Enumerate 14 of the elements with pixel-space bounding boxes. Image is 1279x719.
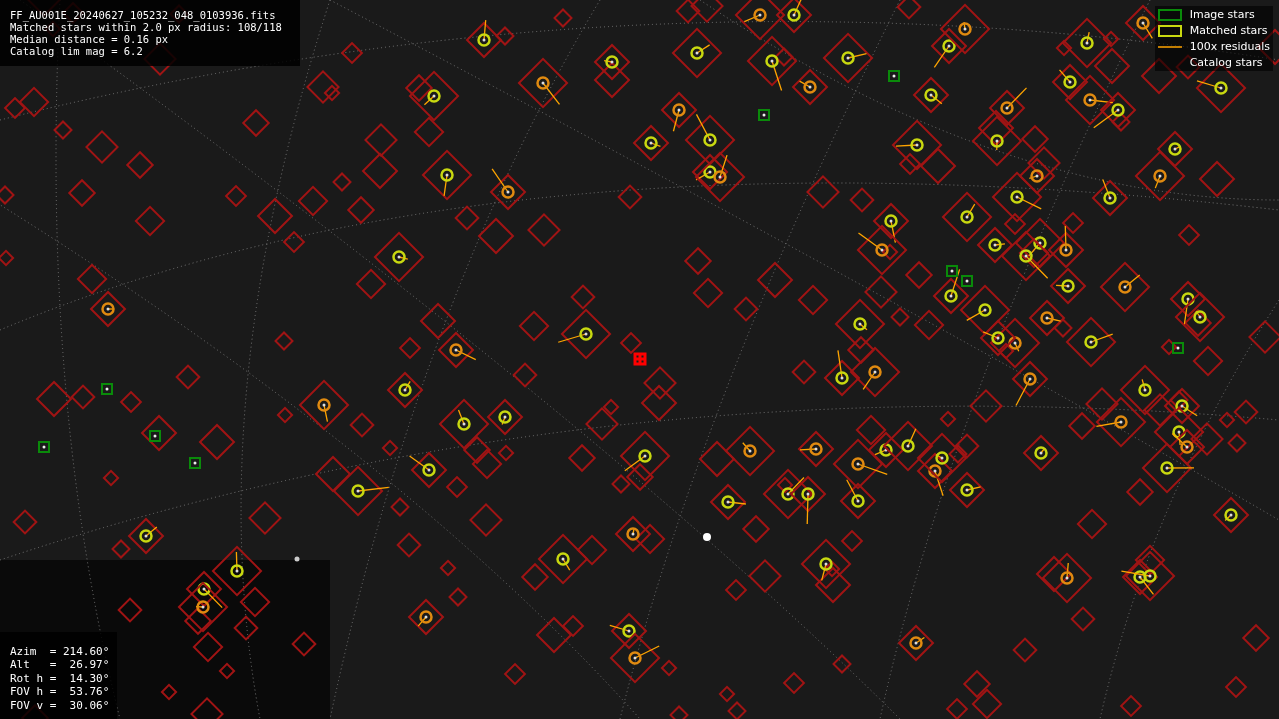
legend-label: Matched stars (1189, 24, 1268, 37)
info-text: Median distance = 0.16 px (10, 33, 170, 45)
legend-label: Image stars (1189, 8, 1255, 21)
pointing-text: FOV v = 30.06° (10, 698, 110, 712)
pointing-text: FOV h = 53.76° (10, 685, 110, 699)
pointing-text: Azim = 214.60° (10, 644, 110, 658)
pointing-text: Alt = 26.97° (10, 658, 110, 672)
legend-label: 100x residuals (1189, 40, 1270, 53)
square-swatch-icon (1157, 8, 1182, 21)
info-text: Catalog lim mag = 6.2 (10, 45, 144, 57)
legend-label: Catalog stars (1189, 56, 1263, 69)
info-text: Matched stars within 2.0 px radius: 108/118 (10, 21, 282, 33)
pointing-text: Rot h = 14.30° (10, 671, 110, 685)
info-text: FF_AU001E_20240627_105232_048_0103936.fits (10, 9, 277, 21)
